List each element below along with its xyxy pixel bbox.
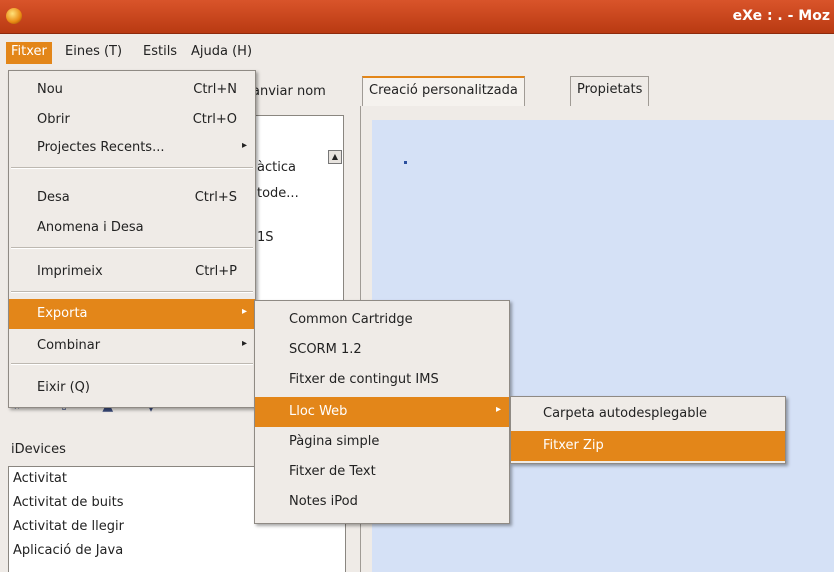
menu-item-projectes-recents[interactable]: Projectes Recents... ▸ <box>9 133 255 163</box>
menu-item-fitxer-ims[interactable]: Fitxer de contingut IMS <box>255 365 509 395</box>
window-title: eXe : . - Moz <box>732 8 830 24</box>
menu-item-shortcut: Ctrl+O <box>192 112 237 127</box>
tab-creacio-personalitzada[interactable]: Creació personalitzada <box>362 76 525 106</box>
submenu-arrow-icon: ▸ <box>241 140 247 151</box>
submenu-arrow-icon: ▸ <box>241 338 247 349</box>
cursor-dot <box>404 161 407 164</box>
title-bar: eXe : . - Moz <box>0 0 834 34</box>
menu-separator <box>11 363 253 365</box>
outline-tree[interactable]: àctica tode... 1S <box>250 115 344 325</box>
menu-item-combinar[interactable]: Combinar ▸ <box>9 331 255 361</box>
menu-item-label: Lloc Web <box>289 404 348 419</box>
menu-item-pagina-simple[interactable]: Pàgina simple <box>255 427 509 457</box>
file-menu: Nou Ctrl+N Obrir Ctrl+O Projectes Recent… <box>8 70 256 408</box>
menu-item-label: Obrir <box>37 112 70 127</box>
menu-item-label: Fitxer de contingut IMS <box>289 372 439 387</box>
menu-item-label: Fitxer Zip <box>543 438 604 453</box>
menu-item-shortcut: Ctrl+P <box>195 264 237 279</box>
tab-propietats[interactable]: Propietats <box>570 76 650 106</box>
outline-item[interactable]: tode... <box>257 186 299 201</box>
menu-item-label: Carpeta autodesplegable <box>543 406 708 421</box>
submenu-arrow-icon: ▸ <box>241 306 247 317</box>
menu-ajuda[interactable]: Ajuda (H) <box>186 42 257 64</box>
rename-button[interactable]: anviar nom <box>252 84 326 99</box>
menu-item-label: Projectes Recents... <box>37 140 165 155</box>
menu-item-lloc-web[interactable]: Lloc Web ▸ <box>255 397 509 427</box>
menu-item-label: Desa <box>37 190 70 205</box>
menu-item-label: Exporta <box>37 306 88 321</box>
menu-item-eixir[interactable]: Eixir (Q) <box>9 373 255 403</box>
menu-item-label: Nou <box>37 82 63 97</box>
menu-bar: Fitxer Eines (T) Estils Ajuda (H) <box>0 34 834 70</box>
menu-item-label: Notes iPod <box>289 494 358 509</box>
menu-item-label: Fitxer de Text <box>289 464 376 479</box>
menu-item-fitxer-zip[interactable]: Fitxer Zip <box>511 431 785 461</box>
outline-item[interactable]: 1S <box>257 230 274 245</box>
idevices-label: iDevices <box>11 442 66 457</box>
menu-item-label: Pàgina simple <box>289 434 380 449</box>
menu-item-desa[interactable]: Desa Ctrl+S <box>9 183 255 213</box>
menu-separator <box>11 247 253 249</box>
menu-item-nou[interactable]: Nou Ctrl+N <box>9 75 255 105</box>
menu-item-anomena-i-desa[interactable]: Anomena i Desa <box>9 213 255 243</box>
menu-item-label: Eixir (Q) <box>37 380 90 395</box>
submenu-arrow-icon: ▸ <box>495 404 501 415</box>
export-submenu: Common Cartridge SCORM 1.2 Fitxer de con… <box>254 300 510 524</box>
menu-item-scorm[interactable]: SCORM 1.2 <box>255 335 509 365</box>
menu-item-exporta[interactable]: Exporta ▸ <box>9 299 255 329</box>
menu-separator <box>11 291 253 293</box>
outline-item[interactable]: àctica <box>257 160 296 175</box>
scroll-up-arrow-icon[interactable]: ▲ <box>328 150 342 164</box>
menu-item-notes-ipod[interactable]: Notes iPod <box>255 487 509 517</box>
menu-fitxer[interactable]: Fitxer <box>6 42 52 64</box>
menu-eines[interactable]: Eines (T) <box>60 42 127 64</box>
menu-item-label: SCORM 1.2 <box>289 342 362 357</box>
menu-item-shortcut: Ctrl+S <box>194 190 237 205</box>
menu-item-common-cartridge[interactable]: Common Cartridge <box>255 305 509 335</box>
list-item[interactable]: Aplicació de Java <box>9 539 345 563</box>
menu-estils[interactable]: Estils <box>138 42 182 64</box>
menu-item-carpeta-autodesplegable[interactable]: Carpeta autodesplegable <box>511 399 785 429</box>
menu-item-imprimeix[interactable]: Imprimeix Ctrl+P <box>9 257 255 287</box>
menu-separator <box>11 167 253 169</box>
menu-item-label: Common Cartridge <box>289 312 413 327</box>
menu-item-fitxer-de-text[interactable]: Fitxer de Text <box>255 457 509 487</box>
lloc-web-submenu: Carpeta autodesplegable Fitxer Zip <box>510 396 786 464</box>
menu-item-label: Anomena i Desa <box>37 220 144 235</box>
firefox-icon <box>6 8 22 24</box>
menu-item-label: Combinar <box>37 338 101 353</box>
menu-item-obrir[interactable]: Obrir Ctrl+O <box>9 105 255 135</box>
menu-item-shortcut: Ctrl+N <box>193 82 237 97</box>
menu-item-label: Imprimeix <box>37 264 103 279</box>
